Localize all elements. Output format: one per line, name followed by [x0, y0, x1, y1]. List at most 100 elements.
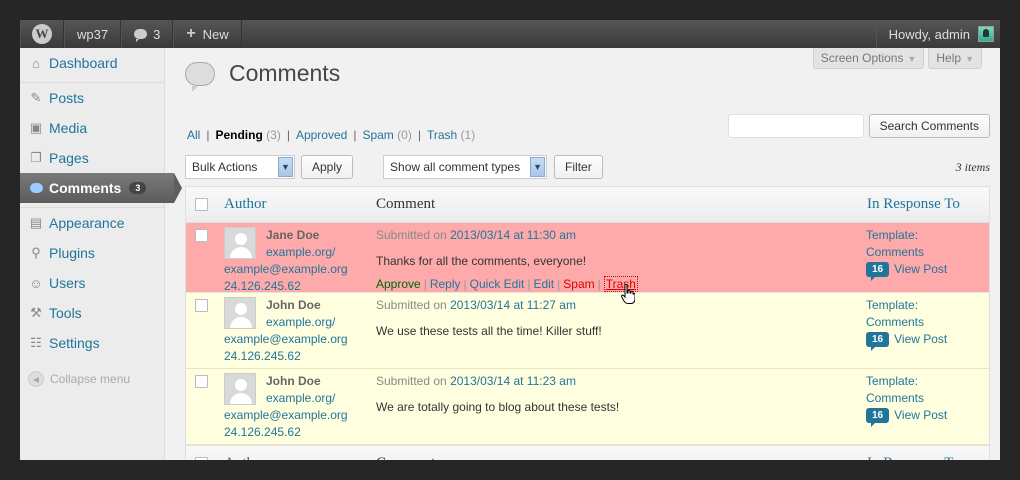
- view-post-link[interactable]: View Post: [894, 261, 947, 278]
- comment-date-link[interactable]: 2013/03/14 at 11:27 am: [450, 298, 576, 312]
- chevron-down-icon: ▼: [278, 157, 293, 177]
- sidebar-item-users[interactable]: ☺ Users: [20, 268, 164, 298]
- response-cell: Template: Comments 16 View Post: [866, 293, 989, 368]
- table-footer: Author Comment In Response To: [186, 445, 989, 460]
- page-header: Comments: [185, 60, 340, 92]
- row-checkbox[interactable]: [194, 299, 208, 312]
- column-author[interactable]: Author: [216, 196, 376, 213]
- separator: |: [597, 277, 601, 291]
- apply-button[interactable]: Apply: [301, 155, 354, 179]
- column-author[interactable]: Author: [216, 455, 376, 460]
- filter-pending-link[interactable]: Pending: [215, 128, 262, 142]
- users-icon: ☺: [29, 275, 43, 291]
- submitted-on: Submitted on 2013/03/14 at 11:23 am: [376, 373, 866, 390]
- quick-edit-link[interactable]: Quick Edit: [470, 277, 525, 291]
- column-in-response-to[interactable]: In Response To: [866, 455, 989, 460]
- help-label: Help: [936, 51, 962, 65]
- pending-count-badge: 3: [129, 182, 147, 194]
- comment-date-link[interactable]: 2013/03/14 at 11:30 am: [450, 228, 576, 242]
- separator: |: [423, 277, 427, 291]
- bulk-actions-select[interactable]: Bulk Actions ▼: [185, 155, 295, 179]
- post-title-line2[interactable]: Comments: [866, 391, 924, 405]
- collapse-menu-button[interactable]: ◀ Collapse menu: [20, 364, 164, 394]
- collapse-arrow-icon: ◀: [28, 371, 44, 387]
- sidebar-item-appearance[interactable]: ▤ Appearance: [20, 208, 164, 238]
- comment-type-value: Show all comment types: [390, 160, 521, 174]
- author-cell: Jane Doe example.org/ example@example.or…: [216, 223, 376, 293]
- post-comment-count-badge[interactable]: 16: [866, 332, 890, 351]
- author-cell: John Doe example.org/ example@example.or…: [216, 293, 376, 368]
- sidebar-item-plugins[interactable]: ⚲ Plugins: [20, 238, 164, 268]
- submitted-prefix: Submitted on: [376, 374, 447, 388]
- row-checkbox[interactable]: [194, 375, 208, 388]
- view-post-link[interactable]: View Post: [894, 331, 947, 348]
- select-all-checkbox[interactable]: [194, 457, 208, 460]
- separator: |: [557, 277, 561, 291]
- filter-approved-link[interactable]: Approved: [296, 128, 347, 142]
- filter-trash-link[interactable]: Trash: [427, 128, 457, 142]
- sidebar-item-pages[interactable]: ❐ Pages: [20, 143, 164, 173]
- comment-cell: Submitted on 2013/03/14 at 11:23 am We a…: [376, 369, 866, 444]
- comments-link[interactable]: 3: [121, 20, 174, 48]
- author-cell: John Doe example.org/ example@example.or…: [216, 369, 376, 444]
- sidebar-item-dashboard[interactable]: ⌂ Dashboard: [20, 48, 164, 78]
- post-comment-count-badge[interactable]: 16: [866, 408, 890, 427]
- reply-link[interactable]: Reply: [430, 277, 461, 291]
- my-account-menu[interactable]: Howdy, admin: [875, 20, 1000, 48]
- sidebar-item-posts[interactable]: ✎ Posts: [20, 83, 164, 113]
- select-all-checkbox[interactable]: [194, 198, 208, 211]
- chevron-down-icon: ▼: [907, 54, 917, 64]
- row-checkbox[interactable]: [194, 229, 208, 242]
- comment-date-link[interactable]: 2013/03/14 at 11:23 am: [450, 374, 576, 388]
- comment-cell: Submitted on 2013/03/14 at 11:30 am Than…: [376, 223, 866, 292]
- screen-options-button[interactable]: Screen Options ▼: [812, 48, 925, 69]
- appearance-icon: ▤: [29, 215, 43, 230]
- search-input[interactable]: [727, 114, 864, 138]
- avatar: [224, 297, 256, 329]
- post-title-line1[interactable]: Template:: [866, 298, 918, 312]
- approve-link[interactable]: Approve: [376, 277, 421, 291]
- submitted-prefix: Submitted on: [376, 298, 447, 312]
- search-comments-button[interactable]: Search Comments: [868, 114, 990, 138]
- author-email-link[interactable]: example@example.org: [224, 407, 376, 424]
- post-title-line2[interactable]: Comments: [866, 315, 924, 329]
- browser-viewport: W wp37 3 + New Howdy, admin ⌂ Dashboard …: [20, 20, 1000, 460]
- comment-bubble-icon: [134, 29, 148, 42]
- sidebar-item-comments[interactable]: Comments 3: [20, 173, 182, 203]
- chevron-down-icon: ▼: [530, 157, 546, 177]
- response-cell: Template: Comments 16 View Post: [866, 223, 989, 292]
- author-email-link[interactable]: example@example.org: [224, 261, 376, 278]
- sidebar-item-label: Appearance: [49, 215, 125, 231]
- comment-type-select[interactable]: Show all comment types ▼: [383, 155, 548, 179]
- column-in-response-to[interactable]: In Response To: [866, 196, 989, 213]
- new-content-button[interactable]: + New: [173, 20, 242, 48]
- sidebar-item-label: Posts: [49, 90, 85, 106]
- author-ip-link[interactable]: 24.126.245.62: [224, 348, 376, 365]
- plus-icon: +: [186, 25, 196, 42]
- trash-count: (1): [460, 128, 476, 142]
- post-title-line1[interactable]: Template:: [866, 374, 918, 388]
- site-name-link[interactable]: wp37: [64, 20, 122, 48]
- wordpress-logo-button[interactable]: W: [20, 20, 64, 48]
- hand-cursor-icon: [621, 284, 635, 304]
- edit-link[interactable]: Edit: [533, 277, 554, 291]
- sidebar-item-media[interactable]: ▣ Media: [20, 113, 164, 143]
- media-icon: ▣: [29, 120, 43, 135]
- author-email-link[interactable]: example@example.org: [224, 331, 376, 348]
- filter-spam-link[interactable]: Spam: [362, 128, 393, 142]
- sidebar-item-settings[interactable]: ☷ Settings: [20, 328, 164, 358]
- collapse-menu-label: Collapse menu: [50, 372, 131, 386]
- post-title-line2[interactable]: Comments: [866, 245, 924, 259]
- post-comment-info: 16 View Post: [866, 407, 989, 427]
- table-row: John Doe example.org/ example@example.or…: [186, 293, 989, 369]
- filter-all-link[interactable]: All: [187, 128, 200, 142]
- author-ip-link[interactable]: 24.126.245.62: [224, 424, 376, 441]
- post-comment-count-badge[interactable]: 16: [866, 262, 890, 281]
- post-title-line1[interactable]: Template:: [866, 228, 918, 242]
- user-avatar: [978, 26, 994, 42]
- view-post-link[interactable]: View Post: [894, 407, 947, 424]
- help-button[interactable]: Help ▼: [928, 48, 982, 69]
- spam-link[interactable]: Spam: [563, 277, 594, 291]
- filter-button[interactable]: Filter: [554, 155, 603, 179]
- sidebar-item-tools[interactable]: ⚒ Tools: [20, 298, 164, 328]
